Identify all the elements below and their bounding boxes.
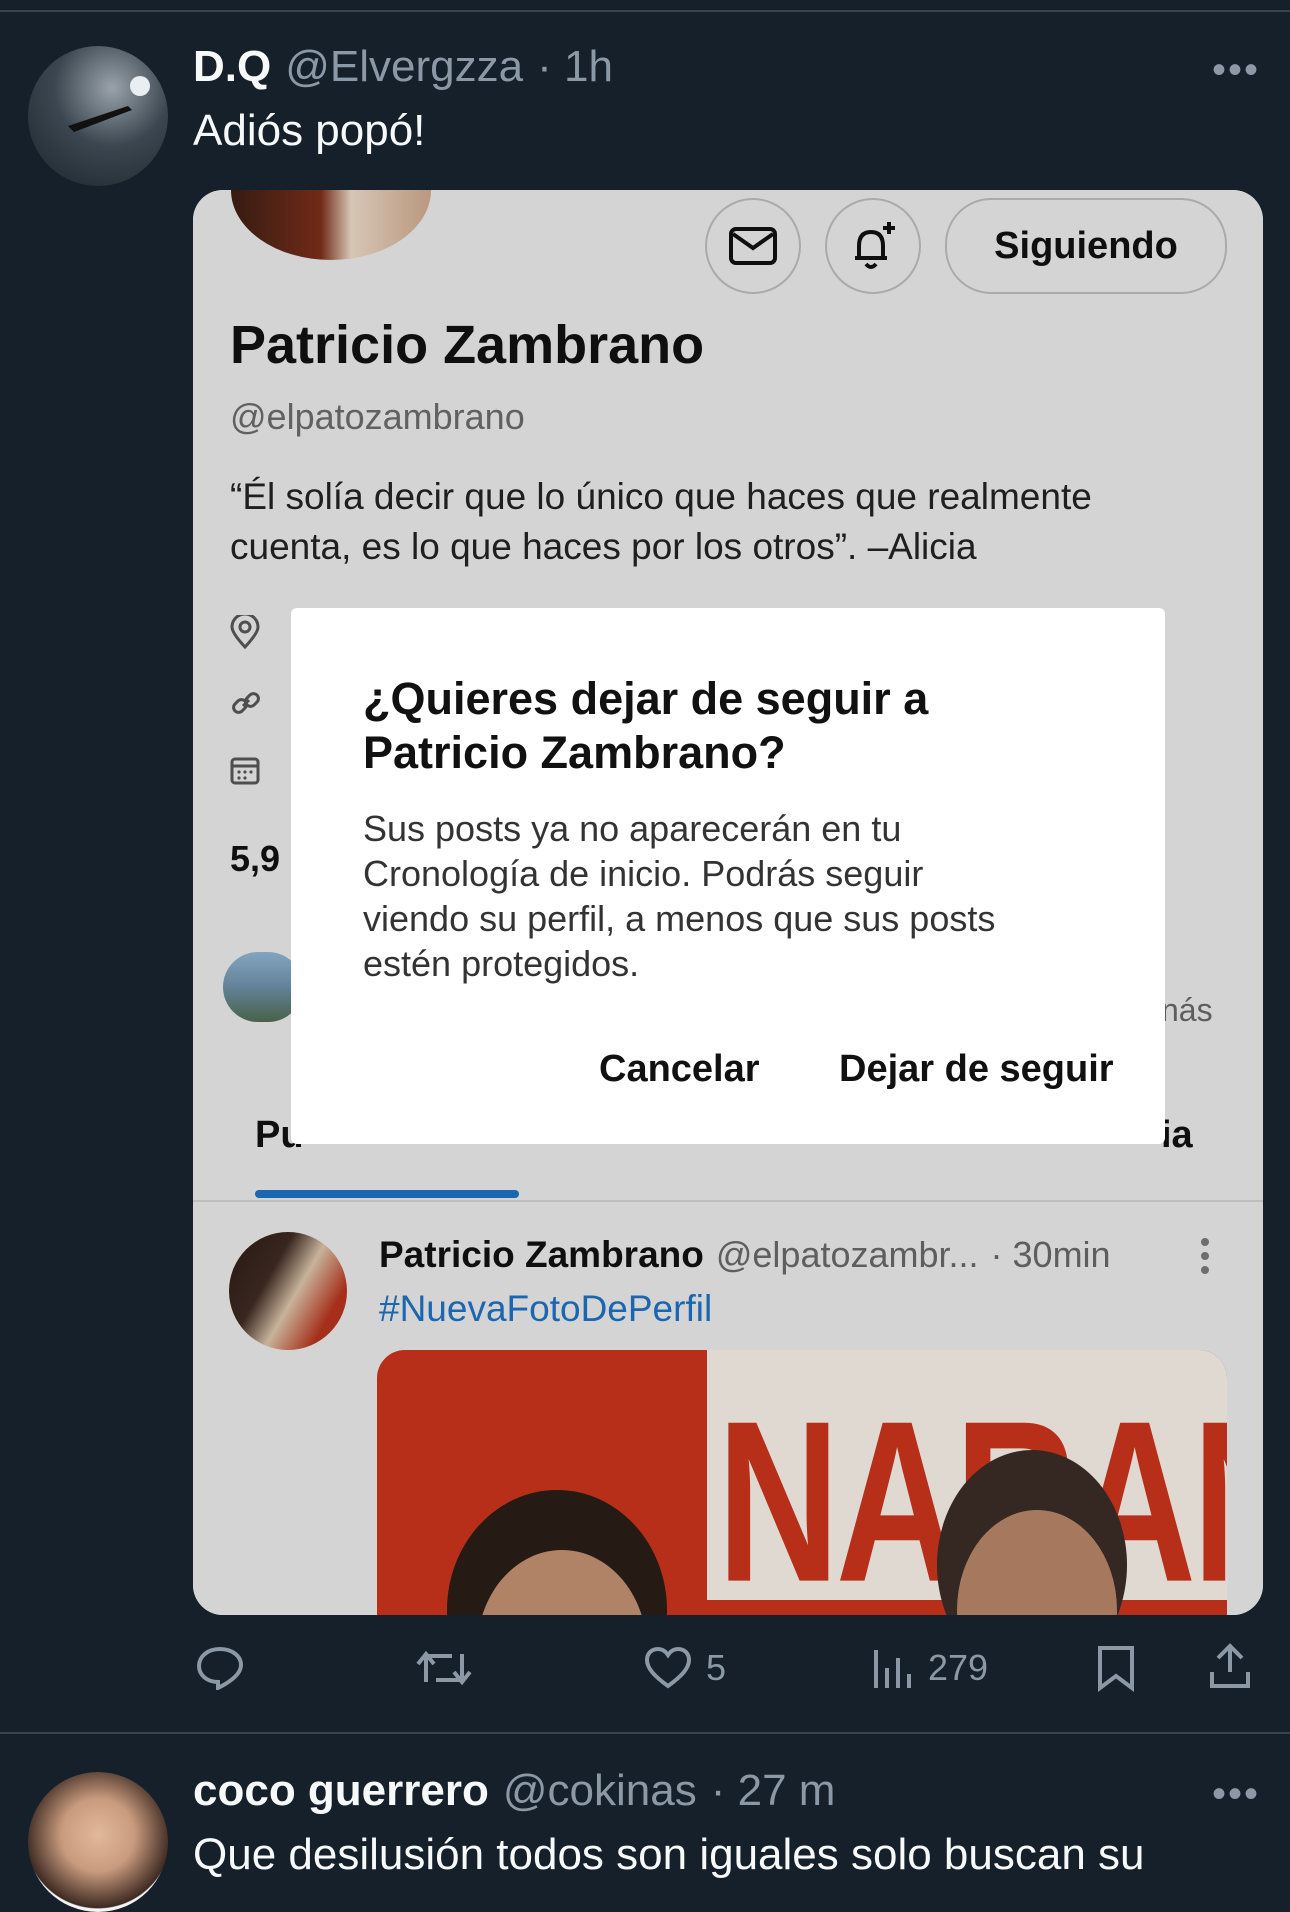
airplane-icon <box>68 76 150 132</box>
reply-button[interactable] <box>196 1646 244 1690</box>
author-name[interactable]: coco guerrero <box>193 1766 489 1816</box>
dialog-body-line: Sus posts ya no aparecerán en tu <box>363 808 902 849</box>
unfollow-button[interactable]: Dejar de seguir <box>839 1048 1114 1091</box>
tweet-text: Adiós popó! <box>193 106 426 155</box>
repost-icon <box>416 1650 472 1686</box>
more-options-icon[interactable]: ••• <box>1212 1772 1260 1817</box>
tweet-text: Que desilusión todos son iguales solo bu… <box>193 1830 1145 1879</box>
bookmark-button[interactable] <box>1096 1644 1136 1697</box>
like-count: 5 <box>706 1647 727 1688</box>
views-icon <box>874 1650 911 1688</box>
dialog-body-line: viendo su perfil, a menos que sus posts <box>363 898 996 939</box>
author-name[interactable]: D.Q <box>193 42 271 92</box>
author-handle[interactable]: @cokinas <box>503 1766 697 1816</box>
repost-button[interactable] <box>416 1648 472 1688</box>
author-handle[interactable]: @Elvergzza <box>285 42 523 92</box>
dialog-title-line: ¿Quieres dejar de seguir a <box>363 673 929 724</box>
reply-icon <box>196 1646 244 1690</box>
dialog-body-line: estén protegidos. <box>363 943 640 984</box>
bookmark-icon <box>1098 1646 1134 1692</box>
share-icon <box>1210 1643 1250 1688</box>
tweet-time[interactable]: · 1h <box>537 42 613 92</box>
dialog-body-line: Cronología de inicio. Podrás seguir <box>363 853 924 894</box>
views-button[interactable]: 279 <box>870 1646 988 1690</box>
tweet-time[interactable]: · 27 m <box>711 1766 836 1816</box>
cancel-button[interactable]: Cancelar <box>599 1048 760 1091</box>
dialog-body: Sus posts ya no aparecerán en tu Cronolo… <box>363 806 995 986</box>
tweet-divider <box>0 1732 1290 1734</box>
like-button[interactable]: 5 <box>644 1646 726 1690</box>
more-options-icon[interactable]: ••• <box>1212 48 1260 93</box>
avatar[interactable] <box>28 1772 168 1912</box>
unfollow-dialog: ¿Quieres dejar de seguir a Patricio Zamb… <box>291 608 1165 1144</box>
share-button[interactable] <box>1208 1642 1252 1695</box>
top-divider <box>0 10 1290 12</box>
avatar[interactable] <box>28 46 168 186</box>
dialog-title-line: Patricio Zambrano? <box>363 727 786 778</box>
views-count: 279 <box>928 1647 989 1688</box>
heart-icon <box>644 1646 692 1689</box>
dialog-title: ¿Quieres dejar de seguir a Patricio Zamb… <box>363 672 928 780</box>
